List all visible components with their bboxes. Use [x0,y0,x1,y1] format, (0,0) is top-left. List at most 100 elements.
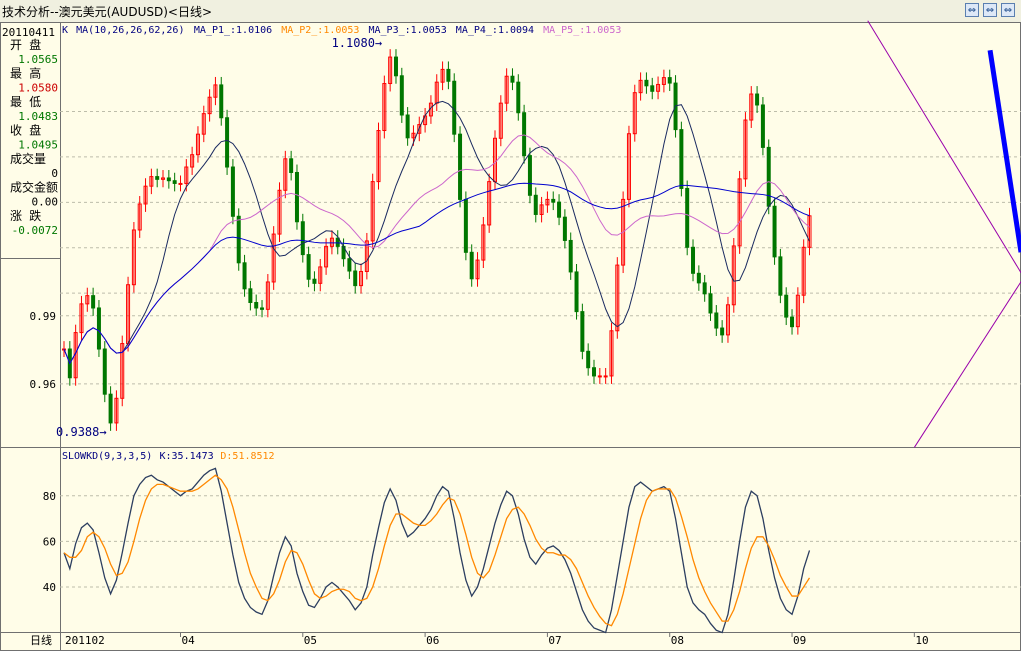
candle-body [254,301,259,309]
candle-body [458,133,463,200]
candle-body [691,246,696,274]
x-tick-label: 06 [426,634,439,647]
trendline-lower-triangle [913,281,1021,448]
x-tick-label: 09 [793,634,806,647]
x-tick-label: 201102 [65,634,105,647]
candle-body [644,79,649,87]
candle-body [562,216,567,241]
candle-body [225,117,230,168]
candle-body [393,56,398,77]
info-label: 最 低 [10,95,41,109]
candle-body [230,166,235,217]
info-value: 1.0565 [18,53,58,66]
candle-body [772,205,777,258]
info-label: 成交金额 [10,180,58,195]
candle-body [294,171,299,223]
candle-body [236,215,241,264]
candle-body [260,307,265,310]
ma-legend-item: MA(10,26,26,62,26) [76,25,184,36]
info-label: 成交量 [10,151,46,166]
candle-body [708,293,713,314]
kd-tick-label: 40 [43,581,56,594]
candle-body [289,158,294,173]
price-tick-label: 0.96 [30,378,57,391]
candle-body [347,258,352,272]
candle-body [650,85,655,92]
ma-legend-item: MA_P3_:1.0053 [369,25,447,36]
kd-series-k [63,467,811,634]
ma-legend-item: MA_P5_:1.0053 [543,25,621,36]
kd-legend-item: SLOWKD(9,3,3,5) [62,451,152,462]
ma-mid-line [63,134,810,365]
info-label: 开 盘 [10,37,41,52]
candle-body [557,201,562,218]
candle-body [784,294,789,318]
candle-body [533,194,538,215]
info-value: 1.0483 [18,110,58,123]
price-chart[interactable]: 20110411开 盘1.0565最 高1.0580最 低1.0483收 盘1.… [0,0,1021,651]
candle-body [702,282,707,295]
candle-body [586,350,591,369]
candle-body [696,272,701,284]
info-value: 0 [51,167,58,180]
candle-body [312,278,317,284]
chart-frame [0,22,1021,651]
candle-body [399,75,404,116]
info-label: 涨 跌 [10,208,41,223]
candle-body [102,348,107,395]
candle-body [568,239,573,273]
candle-body [667,77,672,84]
candle-body [592,367,597,377]
candle-body [405,114,410,139]
candle-body [510,75,515,83]
candle-body [597,375,602,378]
candle-body [755,93,760,106]
candle-body [306,254,311,280]
trendline-upper-triangle [867,20,1021,273]
trendline-downtrend [987,49,1021,253]
ma-short-line [63,100,810,365]
candle-body [242,262,247,290]
candle-body [516,81,521,114]
x-tick-label: 10 [915,634,928,647]
ma-legend-item: K [62,25,68,36]
candle-body [790,316,795,328]
candle-body [248,288,253,303]
candle-body [679,129,684,189]
candle-body [446,68,451,82]
candle-body [96,307,101,350]
kd-tick-label: 80 [43,490,56,503]
info-value: 0.00 [32,196,59,209]
candle-body [300,221,305,256]
high-annotation: 1.1080→ [332,36,383,50]
kd-legend-item: K:35.1473 [160,451,214,462]
info-label: 最 高 [10,66,41,81]
candle-body [108,393,113,424]
candle-body [527,155,532,196]
candle-body [166,177,171,182]
candle-body [91,295,96,309]
candle-body [720,327,725,336]
candle-body [353,270,358,287]
x-axis-label: 日线 [30,633,52,647]
candles [62,49,812,431]
price-tick-label: 0.99 [30,310,57,323]
candle-body [574,271,579,313]
kd-series-d [63,474,811,627]
info-value: 1.0495 [18,139,58,152]
kd-legend-item: D:51.8512 [220,451,274,462]
candle-body [463,198,468,253]
candle-body [551,198,556,203]
candle-body [778,256,783,296]
candle-body [766,146,771,207]
candle-body [760,104,765,148]
candle-body [522,112,527,157]
ma-legend-item: MA_P4_:1.0094 [456,25,534,36]
ma-legend-item: MA_P1_:1.0106 [194,25,272,36]
kd-tick-label: 60 [43,535,56,548]
info-value: 1.0580 [18,82,58,95]
x-tick-label: 05 [304,634,317,647]
info-label: 收 盘 [10,123,41,138]
info-value: -0.0072 [12,224,58,237]
candle-body [603,375,608,378]
